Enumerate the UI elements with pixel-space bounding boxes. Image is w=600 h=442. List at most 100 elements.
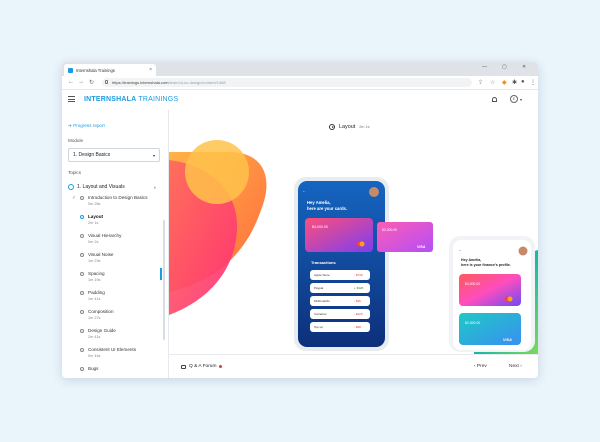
tab-strip: Internshala Trainings × — ▢ ✕ — [62, 62, 538, 76]
phone-1-greeting-1: Hey Amelia, — [307, 200, 331, 205]
list-item[interactable]: Visual Noise 1m 23s — [68, 252, 160, 268]
topics-label: Topics — [68, 170, 82, 175]
check-icon: ✓ — [72, 195, 77, 201]
browser-tab[interactable]: Internshala Trainings × — [64, 64, 156, 76]
chapter-header[interactable]: 1. Layout and Visuals ˄ — [68, 181, 160, 193]
prev-button[interactable]: ‹ Prev — [474, 364, 487, 369]
window-close-icon[interactable]: ✕ — [522, 64, 526, 70]
url-host: https://trainings.internshala.com — [112, 80, 169, 85]
play-icon — [80, 253, 84, 257]
list-item[interactable]: Consistent UI Elements 0m 44s — [68, 347, 160, 363]
profile-icon[interactable]: ● — [521, 79, 525, 85]
list-item[interactable]: Bugs — [68, 366, 160, 378]
topics-list: 1. Layout and Visuals ˄ ✓ Introduction t… — [68, 181, 160, 378]
star-icon[interactable]: ☆ — [490, 79, 495, 86]
tab-title: Internshala Trainings — [76, 67, 115, 73]
module-select[interactable]: 1. Design Basics ▾ — [68, 148, 160, 162]
floating-card-brand: VISA — [417, 245, 426, 249]
browser-window: Internshala Trainings × — ▢ ✕ ← → ↻ http… — [62, 62, 538, 378]
play-icon — [80, 367, 84, 371]
menu-icon[interactable]: ⋮ — [530, 79, 536, 86]
phone-2-card-2-amount: $2,000.00 — [465, 321, 480, 325]
favicon-icon — [68, 67, 73, 73]
topic-duration: 1m 41s — [88, 297, 101, 301]
tab-close-icon[interactable]: × — [149, 67, 152, 73]
topic-name: Composition — [88, 309, 114, 314]
topic-duration: 0m 2s — [88, 240, 99, 244]
topic-name: Bugs — [88, 366, 99, 371]
video-frame[interactable]: ← Hey Amelia, here are your cards. $4,00… — [169, 110, 538, 354]
transaction-list: Apple Store - $749 Paypal + $326 McDonal… — [310, 270, 370, 332]
play-icon — [80, 215, 84, 219]
transaction-name: Carrefour — [314, 312, 327, 316]
topic-duration: 0m 28s — [88, 202, 101, 206]
topic-name: Visual Noise — [88, 252, 114, 257]
phone-1-card-amount: $4,000.00 — [312, 225, 328, 229]
phone-1-card — [305, 218, 373, 252]
share-icon[interactable]: ⇪ — [478, 79, 483, 86]
topic-duration: 1m 19s — [88, 278, 101, 282]
transaction-amount: + $326 — [354, 286, 364, 290]
avatar[interactable]: E — [510, 95, 518, 103]
topic-name: Spacing — [88, 271, 105, 276]
list-item[interactable]: Padding 1m 41s — [68, 290, 160, 306]
chapter-title: 1. Layout and Visuals — [77, 184, 125, 190]
logo-main: INTERNSHALA — [84, 96, 137, 103]
forward-icon[interactable]: → — [78, 79, 84, 85]
play-icon — [80, 272, 84, 276]
transaction-amount: - $125 — [354, 312, 363, 316]
list-item[interactable]: Visual Hierarchy 0m 2s — [68, 233, 160, 249]
list-item[interactable]: Composition 1m 27s — [68, 309, 160, 325]
transaction-amount: - $45 — [354, 299, 361, 303]
list-item[interactable]: Design Guide 2m 41s — [68, 328, 160, 344]
list-item[interactable]: ✓ Introduction to Design Basics 0m 28s — [68, 195, 160, 211]
bell-icon[interactable] — [492, 97, 497, 102]
back-icon[interactable]: ← — [68, 79, 74, 85]
progress-report-link[interactable]: ➔ Progress report — [68, 123, 105, 129]
topic-name: Consistent UI Elements — [88, 347, 136, 352]
internshala-logo[interactable]: INTERNSHALA TRAININGS — [84, 96, 178, 103]
transactions-title: Transactions — [311, 260, 336, 265]
phone-2-greeting-2: here is your finance's profile. — [461, 263, 511, 267]
app-header: INTERNSHALA TRAININGS E ▾ — [62, 90, 538, 111]
phone-2-card-1 — [459, 274, 521, 306]
minimize-icon[interactable]: — — [482, 64, 487, 70]
notification-dot — [219, 365, 223, 368]
topic-name: Design Guide — [88, 328, 116, 333]
yellow-circle — [185, 140, 249, 204]
transaction-name: Top up — [314, 325, 323, 329]
transaction-amount: - $749 — [354, 273, 363, 277]
sidebar-scrollbar[interactable] — [163, 220, 165, 340]
transaction-name: Paypal — [314, 286, 324, 290]
floating-card-amount: $2,000.00 — [382, 228, 397, 232]
hamburger-icon[interactable] — [68, 96, 75, 102]
avatar-dropdown-icon[interactable]: ▾ — [520, 97, 522, 102]
sidebar: ➔ Progress report Module 1. Design Basic… — [62, 110, 169, 378]
active-topic-indicator — [160, 268, 162, 280]
topic-name: Layout — [88, 214, 104, 219]
svg-text:←: ← — [302, 188, 306, 193]
logo-sub: TRAININGS — [136, 96, 179, 103]
list-item[interactable]: Spacing 1m 19s — [68, 271, 160, 287]
play-icon — [80, 329, 84, 333]
module-label: Module — [68, 138, 84, 143]
chapter-progress-icon — [68, 184, 74, 190]
list-item[interactable]: Layout 2m 1s — [68, 214, 160, 230]
qa-forum-button[interactable]: Q & A Forum — [181, 364, 223, 369]
address-bar-row: ← → ↻ https://trainings.internshala.com /… — [62, 76, 538, 90]
topic-duration: 2m 41s — [88, 335, 101, 339]
url-field[interactable]: https://trainings.internshala.com/learn/… — [102, 78, 472, 87]
phone-1-greeting-2: here are your cards. — [307, 206, 347, 211]
chevron-up-icon: ˄ — [153, 184, 156, 190]
play-icon — [80, 348, 84, 352]
puzzle-icon[interactable]: ✱ — [512, 79, 517, 86]
transaction-name: McDonald's — [314, 299, 330, 303]
next-button[interactable]: Next › — [509, 364, 522, 369]
play-icon — [80, 234, 84, 238]
maximize-icon[interactable]: ▢ — [502, 64, 507, 70]
qa-forum-label: Q & A Forum — [189, 364, 217, 369]
topic-name: Padding — [88, 290, 105, 295]
reload-icon[interactable]: ↻ — [89, 79, 94, 86]
play-icon — [80, 291, 84, 295]
extension-icon[interactable]: ◆ — [502, 79, 507, 86]
